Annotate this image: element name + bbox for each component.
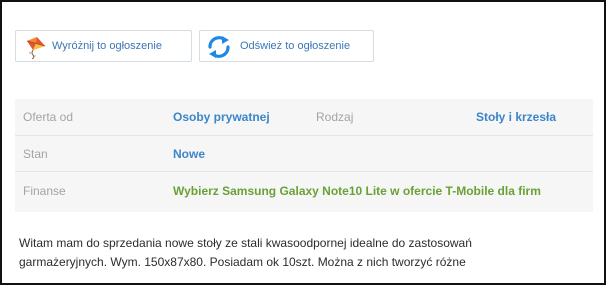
condition-link[interactable]: Nowe — [173, 147, 205, 161]
listing-description: Witam mam do sprzedania nowe stoły ze st… — [19, 234, 579, 272]
row-divider — [15, 171, 593, 172]
condition-label: Stan — [23, 147, 48, 161]
row-divider — [15, 135, 593, 136]
highlight-listing-label: Wyróżnij to ogłoszenie — [52, 40, 162, 52]
condition-row: Stan Nowe — [15, 142, 593, 166]
offer-from-row: Oferta od Osoby prywatnej Rodzaj Stoły i… — [15, 105, 593, 129]
type-label: Rodzaj — [316, 110, 354, 124]
offer-from-link[interactable]: Osoby prywatnej — [173, 110, 270, 124]
description-line: garmażeryjnych. Wym. 150x87x80. Posiadam… — [19, 255, 466, 269]
kite-icon — [24, 35, 48, 64]
finance-label: Finanse — [23, 184, 66, 198]
finance-offer-link[interactable]: Wybierz Samsung Galaxy Note10 Lite w ofe… — [173, 184, 541, 198]
refresh-listing-label: Odśwież to ogłoszenie — [240, 40, 351, 52]
type-link[interactable]: Stoły i krzesła — [476, 110, 556, 124]
description-line: Witam mam do sprzedania nowe stoły ze st… — [19, 236, 472, 250]
refresh-listing-button[interactable]: Odśwież to ogłoszenie — [199, 30, 374, 62]
highlight-listing-button[interactable]: Wyróżnij to ogłoszenie — [15, 30, 192, 62]
listing-details-panel: Oferta od Osoby prywatnej Rodzaj Stoły i… — [15, 99, 593, 212]
listing-frame: Wyróżnij to ogłoszenie Odśwież to ogłosz… — [0, 0, 606, 285]
offer-from-label: Oferta od — [23, 110, 74, 124]
refresh-icon — [206, 35, 232, 64]
finance-row: Finanse Wybierz Samsung Galaxy Note10 Li… — [15, 179, 593, 203]
